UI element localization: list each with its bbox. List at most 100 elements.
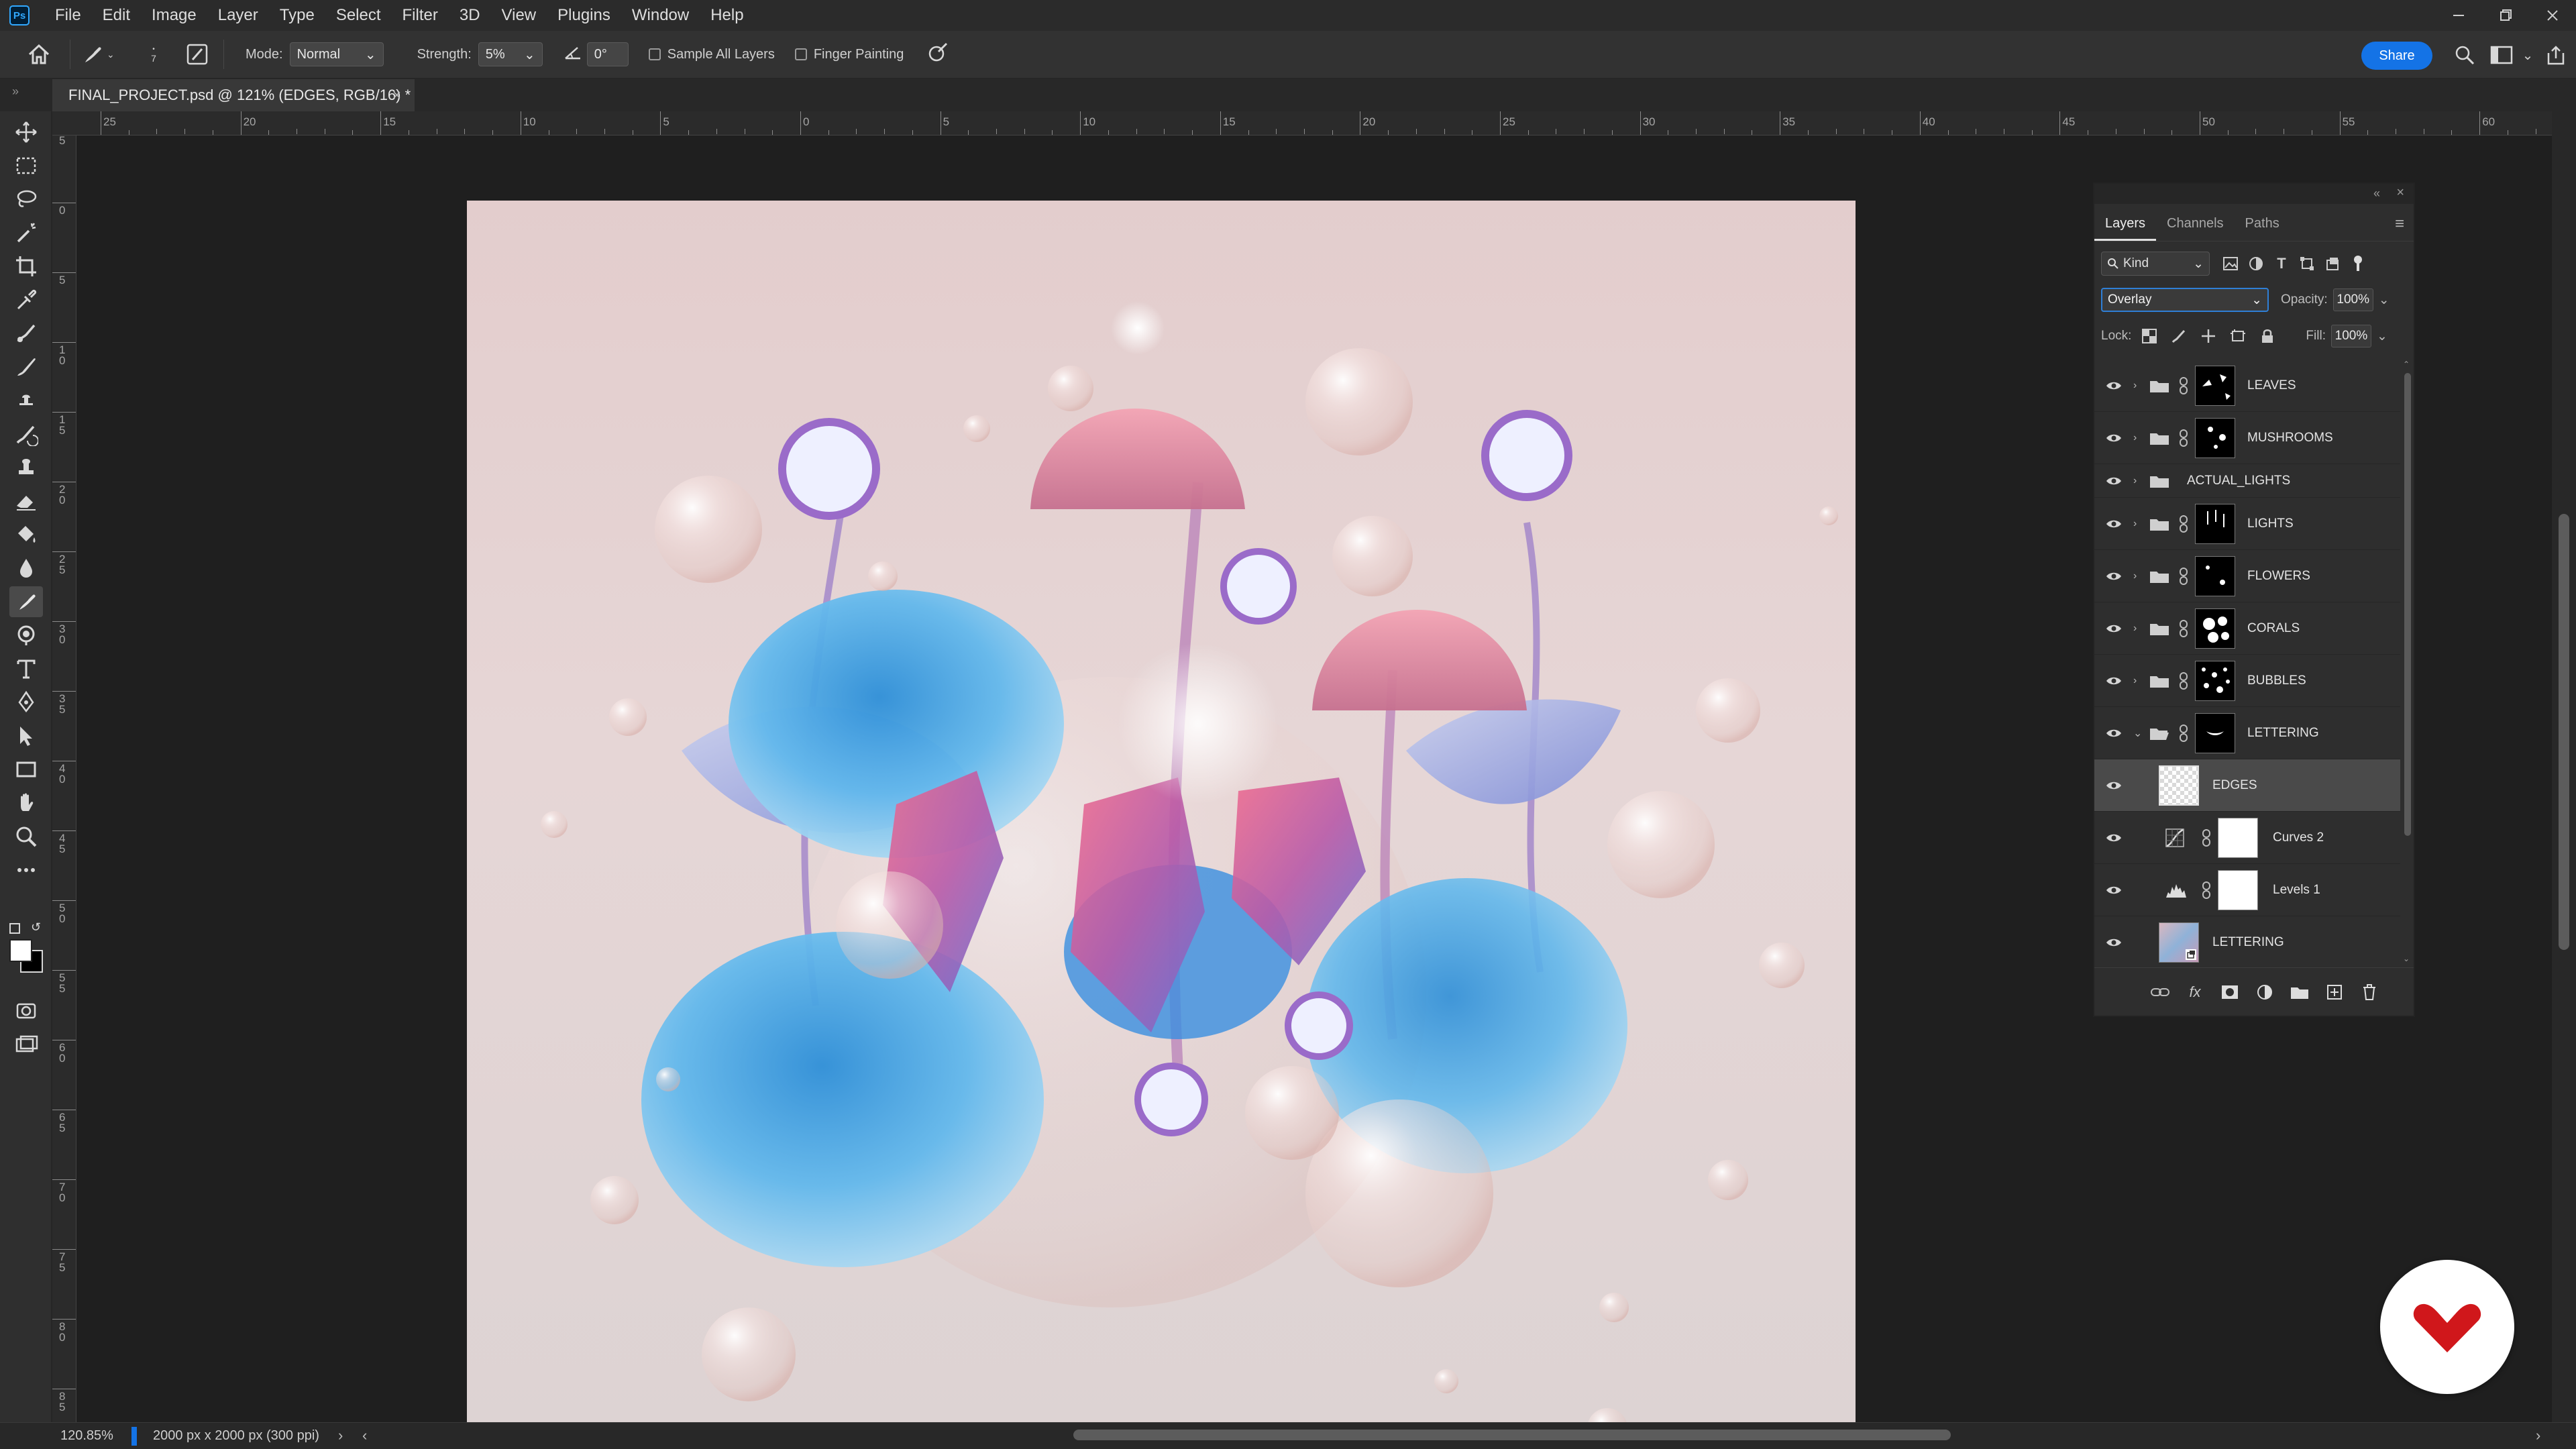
scroll-up-icon[interactable]: ⌃ (2403, 360, 2410, 369)
link-icon[interactable] (2202, 828, 2211, 847)
eyedropper-tool-icon[interactable] (9, 284, 43, 315)
link-icon[interactable] (2179, 619, 2188, 638)
status-menu-icon[interactable]: › (338, 1427, 343, 1444)
menu-image[interactable]: Image (141, 6, 207, 25)
delete-layer-icon[interactable] (2352, 979, 2387, 1006)
fx-icon[interactable]: fx (2178, 979, 2212, 1006)
visibility-eye-icon[interactable] (2105, 724, 2123, 742)
layer-mask-thumbnail[interactable] (2195, 503, 2235, 544)
visibility-eye-icon[interactable] (2105, 934, 2123, 951)
lock-artboard-icon[interactable] (2226, 325, 2249, 347)
expand-chevron-icon[interactable]: › (2133, 623, 2147, 635)
adjustment-mask-thumbnail[interactable] (2218, 869, 2258, 910)
photoshop-logo-icon[interactable]: Ps (9, 5, 30, 25)
pixel-filter-icon[interactable] (2220, 254, 2241, 274)
strength-input[interactable]: 5% ⌄ (478, 42, 543, 66)
levels-adjustment-icon[interactable] (2165, 881, 2187, 899)
layer-levels-1[interactable]: Levels 1 (2094, 864, 2400, 916)
new-group-icon[interactable] (2282, 979, 2317, 1006)
layer-lettering-smart-object[interactable]: LETTERING (2094, 916, 2400, 963)
close-panel-icon[interactable]: × (2396, 185, 2404, 201)
marquee-tool-icon[interactable] (9, 150, 43, 181)
link-layers-icon[interactable] (2143, 979, 2178, 1006)
horizontal-scroll-thumb[interactable] (1073, 1430, 1951, 1440)
angle-input[interactable]: 0° (586, 42, 629, 66)
visibility-eye-icon[interactable] (2105, 429, 2123, 447)
new-adjustment-layer-icon[interactable] (2247, 979, 2282, 1006)
expand-chevron-icon[interactable]: › (2133, 475, 2147, 487)
layer-name[interactable]: FLOWERS (2247, 569, 2310, 584)
new-layer-icon[interactable] (2317, 979, 2352, 1006)
menu-view[interactable]: View (491, 6, 547, 25)
layer-name[interactable]: CORALS (2247, 621, 2300, 636)
adjustment-mask-thumbnail[interactable] (2218, 817, 2258, 858)
stamp-tool-icon[interactable] (9, 452, 43, 483)
smudge-tool-icon[interactable] (9, 586, 43, 617)
history-brush-tool-icon[interactable] (9, 419, 43, 449)
share-export-icon[interactable] (2542, 43, 2569, 67)
menu-edit[interactable]: Edit (92, 6, 141, 25)
menu-help[interactable]: Help (700, 6, 754, 25)
layer-mask-thumbnail[interactable] (2195, 417, 2235, 458)
layer-name[interactable]: EDGES (2212, 778, 2257, 793)
restore-icon[interactable] (2482, 0, 2529, 31)
layer-corals[interactable]: › CORALS (2094, 602, 2400, 655)
visibility-eye-icon[interactable] (2105, 472, 2123, 490)
pen-tool-icon[interactable] (9, 687, 43, 718)
layer-mask-thumbnail[interactable] (2195, 660, 2235, 701)
move-tool-icon[interactable] (9, 117, 43, 148)
kind-filter-select[interactable]: Kind ⌄ (2101, 252, 2210, 276)
spot-healing-tool-icon[interactable] (9, 318, 43, 349)
smart-object-thumbnail[interactable] (2159, 922, 2199, 963)
smart-object-filter-icon[interactable] (2322, 254, 2343, 274)
pressure-icon[interactable] (926, 41, 953, 68)
close-window-icon[interactable] (2529, 0, 2576, 31)
link-icon[interactable] (2179, 429, 2188, 447)
clone-stamp-tool-icon[interactable] (9, 385, 43, 416)
minimize-icon[interactable] (2435, 0, 2482, 31)
layer-mask-thumbnail[interactable] (2195, 365, 2235, 406)
menu-window[interactable]: Window (621, 6, 700, 25)
eraser-tool-icon[interactable] (9, 486, 43, 517)
layer-name[interactable]: Levels 1 (2273, 883, 2320, 898)
visibility-eye-icon[interactable] (2105, 881, 2123, 899)
link-icon[interactable] (2179, 376, 2188, 395)
visibility-eye-icon[interactable] (2105, 568, 2123, 585)
type-filter-icon[interactable]: T (2271, 254, 2292, 274)
menu-file[interactable]: File (44, 6, 92, 25)
vertical-scrollbar[interactable] (2552, 111, 2576, 1422)
sample-all-layers-checkbox[interactable]: Sample All Layers (648, 47, 775, 62)
link-icon[interactable] (2179, 515, 2188, 533)
menu-select[interactable]: Select (325, 6, 392, 25)
blur-tool-icon[interactable] (9, 553, 43, 584)
rectangle-tool-icon[interactable] (9, 754, 43, 785)
scroll-right-icon[interactable]: › (2536, 1427, 2540, 1444)
home-icon[interactable] (17, 34, 60, 74)
curves-adjustment-icon[interactable] (2165, 828, 2184, 847)
layer-name[interactable]: LEAVES (2247, 378, 2296, 393)
document-tab[interactable]: FINAL_PROJECT.psd @ 121% (EDGES, RGB/16)… (52, 79, 415, 111)
scroll-down-icon[interactable]: ⌄ (2403, 954, 2410, 963)
layer-mask-thumbnail[interactable] (2195, 608, 2235, 649)
workspace-chevron-down-icon[interactable]: ⌄ (2521, 43, 2534, 67)
adjustment-filter-icon[interactable] (2246, 254, 2266, 274)
vertical-scroll-thumb[interactable] (2559, 514, 2569, 950)
lock-pixels-icon[interactable] (2167, 325, 2190, 347)
layer-bubbles[interactable]: › BUBBLES (2094, 655, 2400, 707)
menu-type[interactable]: Type (269, 6, 325, 25)
quick-mask-icon[interactable] (9, 996, 43, 1026)
magic-wand-tool-icon[interactable] (9, 217, 43, 248)
tab-layers[interactable]: Layers (2094, 216, 2157, 241)
fill-input[interactable]: 100% (2330, 325, 2371, 347)
collapse-chevron-icon[interactable]: ⌄ (2133, 727, 2147, 740)
layer-mask-thumbnail[interactable] (2195, 555, 2235, 596)
link-icon[interactable] (2179, 567, 2188, 586)
layer-name[interactable]: Curves 2 (2273, 830, 2324, 845)
dodge-tool-icon[interactable] (9, 620, 43, 651)
lock-all-icon[interactable] (2256, 325, 2279, 347)
layer-lights[interactable]: › LIGHTS (2094, 498, 2400, 550)
visibility-eye-icon[interactable] (2105, 829, 2123, 847)
filter-toggle-icon[interactable] (2348, 254, 2368, 274)
expand-chevron-icon[interactable]: › (2133, 518, 2147, 530)
layer-name[interactable]: MUSHROOMS (2247, 431, 2333, 445)
